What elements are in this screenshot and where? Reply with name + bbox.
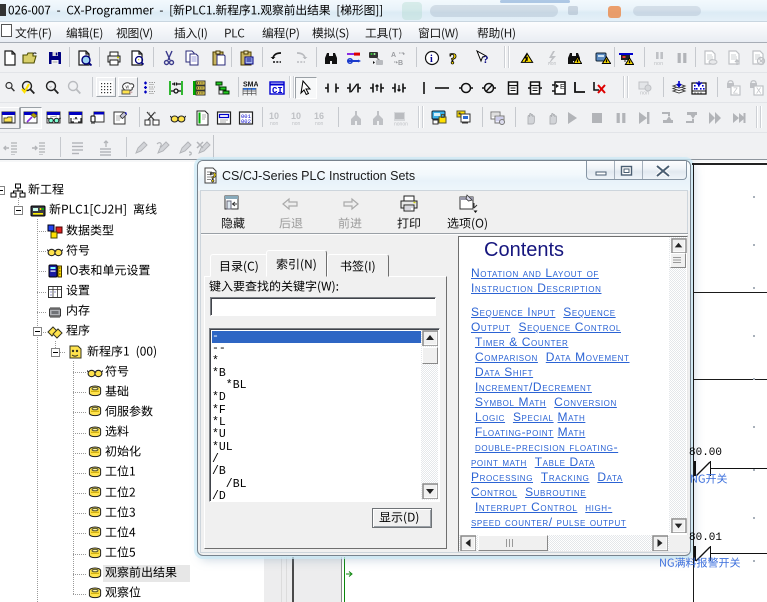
svg-text:10: 10 [269, 111, 279, 121]
svg-text:non: non [292, 121, 301, 126]
svg-text:non: non [654, 61, 663, 66]
svg-text:non: non [640, 91, 649, 97]
svg-text:non: non [548, 61, 557, 66]
svg-text:002: 002 [241, 118, 251, 125]
svg-text:non: non [270, 121, 279, 126]
svg-text:E: E [560, 84, 565, 91]
svg-text:16: 16 [314, 111, 324, 121]
svg-text:?: ? [483, 54, 489, 66]
svg-text:?: ? [449, 51, 457, 66]
svg-text:nonon: nonon [394, 122, 408, 127]
svg-text:CI: CI [272, 86, 283, 96]
svg-text:A: A [391, 52, 396, 59]
svg-text:X: X [756, 87, 762, 96]
svg-text:SMA: SMA [243, 82, 258, 89]
svg-text:B: B [398, 60, 403, 66]
svg-text:i: i [430, 54, 433, 65]
svg-text:10: 10 [291, 111, 301, 121]
svg-text:non: non [315, 121, 324, 126]
svg-text:?: ? [210, 170, 218, 184]
svg-text:Z: Z [733, 87, 738, 96]
